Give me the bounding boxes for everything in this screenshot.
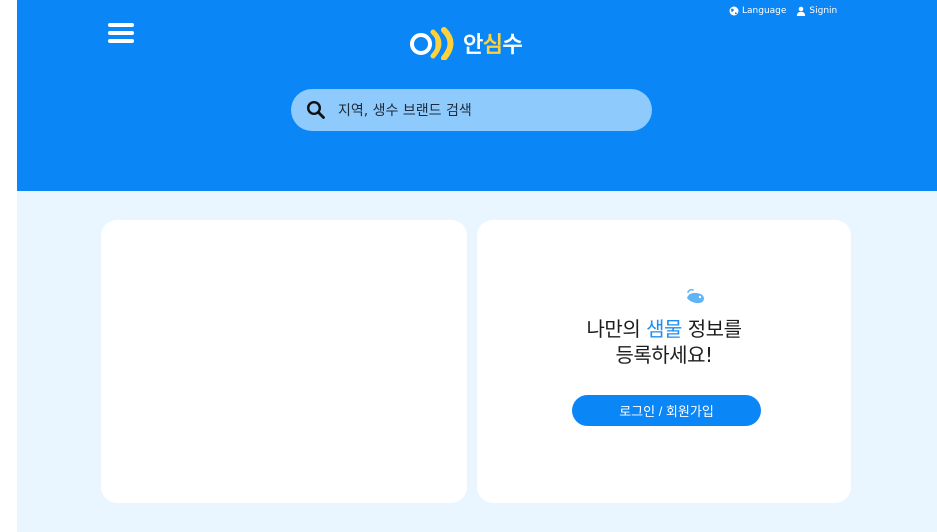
- water-droplet-icon: [687, 288, 704, 304]
- header: 안심수 Language Signin 지역, 생수 브랜드 검색: [17, 0, 937, 191]
- promo-line-2: 등록하세요!: [615, 343, 713, 367]
- logo-text: 안심수: [463, 33, 523, 58]
- top-links: Language Signin: [729, 6, 837, 16]
- login-signup-button[interactable]: 로그인 / 회원가입: [572, 395, 761, 426]
- content-card-empty: [101, 220, 467, 503]
- promo-line-1: 나만의 샘물 정보를: [586, 317, 742, 341]
- language-label: Language: [742, 6, 787, 16]
- signin-link[interactable]: Signin: [796, 6, 837, 16]
- user-icon: [797, 6, 806, 16]
- globe-icon: [729, 6, 739, 16]
- page: 안심수 Language Signin 지역, 생수 브랜드 검색 나만의 샘물…: [17, 0, 937, 532]
- search-placeholder: 지역, 생수 브랜드 검색: [338, 103, 472, 119]
- promo-text: 나만의 샘물 정보를 등록하세요!: [477, 316, 851, 368]
- signin-label: Signin: [809, 6, 838, 16]
- hamburger-menu-icon[interactable]: [108, 22, 134, 44]
- logo[interactable]: 안심수: [409, 26, 523, 60]
- magnifier-icon: [306, 100, 325, 119]
- language-link[interactable]: Language: [729, 6, 786, 16]
- promo-highlight: 샘물: [646, 317, 682, 341]
- logo-drops-icon: [410, 27, 454, 60]
- search-input[interactable]: 지역, 생수 브랜드 검색: [291, 89, 652, 131]
- register-promo-card: 나만의 샘물 정보를 등록하세요! 로그인 / 회원가입: [477, 220, 851, 503]
